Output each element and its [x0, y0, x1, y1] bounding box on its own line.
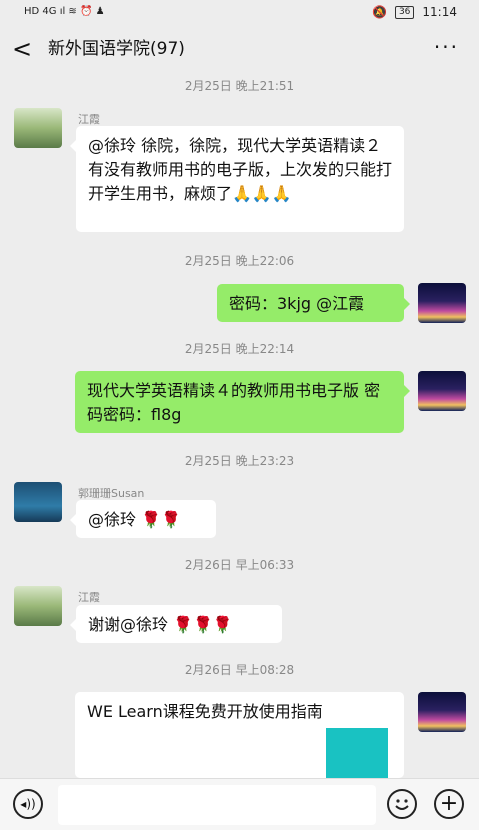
message-bubble-outgoing[interactable]: 现代大学英语精读４的教师用书电子版 密码密码：fl8g	[75, 371, 410, 433]
chat-header: < 新外国语学院(97) ···	[0, 28, 479, 72]
message-text: 现代大学英语精读４的教师用书电子版 密码密码：fl8g	[87, 381, 381, 424]
mute-icon: 🔕	[372, 5, 387, 19]
message-text: 密码：3kjg @江霞	[229, 294, 365, 313]
message-timestamp: 2月25日 晚上21:51	[184, 79, 295, 93]
more-options-button[interactable]: ···	[434, 36, 459, 58]
message-bubble-incoming[interactable]: @徐玲 🌹🌹	[70, 500, 216, 538]
input-bar: ◂)) +	[0, 778, 479, 830]
message-bubble-incoming[interactable]: 谢谢@徐玲 🌹🌹🌹	[70, 605, 282, 643]
avatar-self[interactable]	[418, 371, 466, 411]
status-left-icons: HD 4G ıl ≋ ⏰ ♟	[24, 6, 105, 17]
card-thumbnail	[326, 728, 388, 780]
voice-input-icon[interactable]: ◂))	[13, 789, 43, 819]
link-card-title: WE Learn课程免费开放使用指南	[87, 702, 323, 721]
battery-icon: 36	[394, 5, 415, 19]
message-text: @徐玲 🌹🌹	[88, 510, 181, 529]
message-timestamp: 2月26日 早上08:28	[184, 663, 295, 677]
message-timestamp: 2月25日 晚上22:14	[184, 342, 295, 356]
status-bar: HD 4G ıl ≋ ⏰ ♟ 🔕 36 11:14	[0, 0, 479, 28]
message-bubble-incoming[interactable]: @徐玲 徐院，徐院，现代大学英语精读２有没有教师用书的电子版，上次发的只能打开学…	[70, 126, 404, 232]
clock-time: 11:14	[422, 5, 457, 19]
sender-name: 郭珊珊Susan	[78, 487, 145, 500]
message-text: @徐玲 徐院，徐院，现代大学英语精读２有没有教师用书的电子版，上次发的只能打开学…	[88, 136, 393, 203]
smile-face-icon	[395, 799, 409, 810]
emoji-icon[interactable]	[387, 789, 417, 819]
chat-title: 新外国语学院(97)	[48, 39, 185, 59]
message-text: 谢谢@徐玲 🌹🌹🌹	[88, 615, 233, 634]
sender-name: 江霞	[78, 113, 100, 126]
message-timestamp: 2月25日 晚上22:06	[184, 254, 295, 268]
avatar-jiangxia[interactable]	[14, 108, 62, 148]
message-timestamp: 2月26日 早上06:33	[184, 558, 295, 572]
avatar-self[interactable]	[418, 692, 466, 732]
avatar-self[interactable]	[418, 283, 466, 323]
message-bubble-outgoing[interactable]: 密码：3kjg @江霞	[217, 284, 410, 322]
add-attachment-button[interactable]: +	[434, 789, 464, 819]
link-card[interactable]: WE Learn课程免费开放使用指南	[75, 692, 404, 780]
back-button[interactable]: <	[12, 36, 32, 62]
avatar-jiangxia[interactable]	[14, 586, 62, 626]
sender-name: 江霞	[78, 591, 100, 604]
status-right: 🔕 36 11:14	[372, 5, 457, 19]
message-input[interactable]	[58, 785, 376, 825]
message-timestamp: 2月25日 晚上23:23	[184, 454, 295, 468]
avatar-susan[interactable]	[14, 482, 62, 522]
